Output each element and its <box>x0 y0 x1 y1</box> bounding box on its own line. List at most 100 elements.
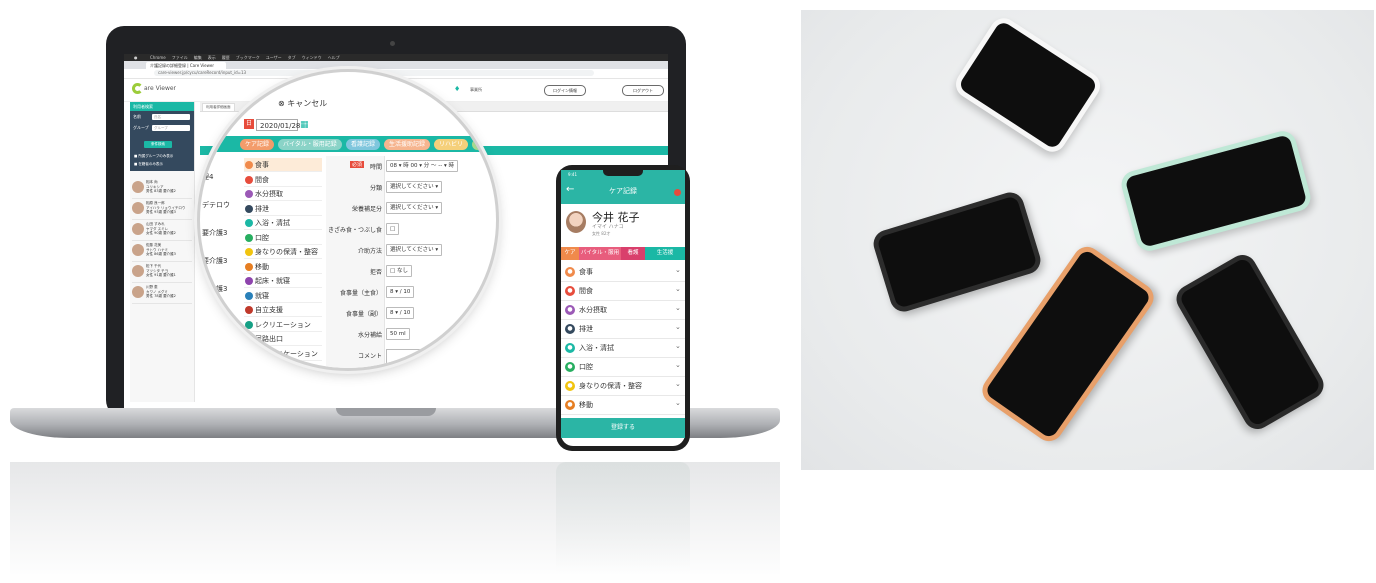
category-icon <box>245 204 253 213</box>
group-only-label: 所属グループのみ表示 <box>138 154 174 158</box>
form-label: 水分補給 <box>357 332 382 339</box>
required-badge: 必須 <box>350 161 365 168</box>
care-category-item[interactable]: 水分摂取 <box>244 187 322 201</box>
name-input[interactable]: 氏名 <box>152 114 190 120</box>
category-icon <box>245 161 253 169</box>
care-category-item[interactable]: 食事 <box>244 158 322 172</box>
group-only-checkbox[interactable]: ■ 所属グループのみ表示 <box>134 154 173 159</box>
menu-item[interactable]: 表示 <box>208 55 216 60</box>
record-type-chip[interactable]: 看護記録 <box>346 139 381 150</box>
form-value[interactable]: □ <box>386 223 400 235</box>
phone-tab[interactable]: 看護 <box>621 247 645 260</box>
record-type-chip[interactable]: 服薬 <box>472 139 495 150</box>
form-value[interactable]: 50 ml <box>386 328 410 340</box>
resident-row[interactable]: 相原 良一郎 アイハラ リョウイチロウ 男性 93歳 要介護3 <box>132 199 192 220</box>
active-only-checkbox[interactable]: ■ 在籍者のみ表示 <box>134 162 163 167</box>
phone-notch <box>603 170 643 176</box>
menu-item[interactable]: Chrome <box>150 55 166 60</box>
record-type-chip[interactable]: リハビリ <box>434 139 469 150</box>
phone-care-label: 移動 <box>579 401 593 409</box>
form-value[interactable]: 選択してください ▾ <box>386 244 443 256</box>
search-button[interactable]: 条件検索 <box>144 141 172 148</box>
form-label: 食事量（副） <box>345 311 382 318</box>
menu-item[interactable]: ファイル <box>172 55 188 60</box>
category-label: 水分摂取 <box>255 190 283 198</box>
phone-care-item[interactable]: ● 間食 ⌄ <box>561 282 685 301</box>
form-value[interactable]: 選択してください ▾ <box>386 202 443 214</box>
chevron-down-icon: ⌄ <box>675 399 681 407</box>
phone-tab[interactable]: ケア <box>561 247 579 260</box>
care-category-item[interactable]: 排泄 <box>244 202 322 216</box>
cancel-label: キャンセル <box>287 99 328 108</box>
date-input[interactable]: 2020/01/28 <box>256 119 300 131</box>
form-value[interactable]: □ なし <box>386 265 412 277</box>
resident-info: 相原 良一郎 アイハラ リョウイチロウ 男性 93歳 要介護3 <box>146 201 186 214</box>
chevron-down-icon: ⌄ <box>675 266 681 274</box>
record-type-chip[interactable]: 生活援助記録 <box>384 139 431 150</box>
phone-care-item[interactable]: ● 水分摂取 ⌄ <box>561 301 685 320</box>
category-label: 食事 <box>255 161 269 169</box>
care-category-item[interactable]: コミュニケーション <box>244 347 322 361</box>
resident-row[interactable]: 山田 すみれ ヤマダ スミレ 女性 90歳 要介護2 <box>132 220 192 241</box>
care-category-item[interactable]: 身なりの保清・整容 <box>244 245 322 259</box>
care-category-item[interactable]: 移動 <box>244 260 322 274</box>
phone-care-item[interactable]: ● 入浴・清拭 ⌄ <box>561 339 685 358</box>
cancel-button[interactable]: ⊗ キャンセル <box>278 98 327 109</box>
resident-row[interactable]: 川野 恵 カワノ メグミ 男性 78歳 要介護2 <box>132 283 192 304</box>
category-label: 尿路出口 <box>255 335 283 343</box>
group-input[interactable]: グループ <box>152 125 190 131</box>
date-label: 日付 <box>244 119 254 137</box>
resident-avatar <box>132 202 144 214</box>
logo-icon <box>132 83 143 94</box>
menu-item[interactable]: ブックマーク <box>236 55 260 60</box>
category-label: 口腔 <box>255 233 269 242</box>
record-type-chip[interactable]: ケア記録 <box>240 139 275 150</box>
meal-icon: ● <box>565 267 575 277</box>
menu-item[interactable]: 履歴 <box>222 55 230 60</box>
menu-item[interactable]: ウィンドウ <box>302 55 322 60</box>
phone-care-item[interactable]: ● 身なりの保清・整容 ⌄ <box>561 377 685 396</box>
resident-row[interactable]: 佐藤 花美 サトウ ハナミ 女性 86歳 要介護3 <box>132 241 192 262</box>
category-label: 身なりの保清・整容 <box>255 248 318 256</box>
record-type-chip[interactable]: バイタル・服用記録 <box>278 139 342 150</box>
phone-care-item[interactable]: ● 排泄 ⌄ <box>561 320 685 339</box>
care-category-item[interactable]: レクリエーション <box>244 318 322 332</box>
care-category-item[interactable]: 入浴・清拭 <box>244 216 322 230</box>
category-icon <box>245 277 253 285</box>
phone-tab[interactable]: バイタル・服用 <box>579 247 621 260</box>
care-category-item[interactable]: 就寝 <box>244 289 322 303</box>
phone-care-item[interactable]: ● 移動 ⌄ <box>561 396 685 415</box>
resident-fragment: 要介護3 <box>202 229 228 237</box>
resident-avatar <box>566 211 586 233</box>
resident-row[interactable]: 相本 尚 ユリキシア 男性 83歳 要介護2 <box>132 178 192 199</box>
notification-badge[interactable] <box>674 189 681 196</box>
form-value[interactable]: 8 ▾ / 10 <box>386 286 415 298</box>
menu-item[interactable]: 編集 <box>194 55 202 60</box>
menu-item[interactable]: ユーザー <box>266 55 282 60</box>
phone-tab[interactable]: 生活援 <box>645 247 685 260</box>
user-info-button[interactable]: ログイン情報 <box>544 85 586 96</box>
care-category-item[interactable]: 口腔 <box>244 231 322 245</box>
resident-row[interactable]: 松下 千代 マツシタ チヨ 女性 91歳 要介護1 <box>132 262 192 283</box>
care-category-item[interactable]: 間食 <box>244 173 322 187</box>
submit-button[interactable]: 登録する <box>561 418 685 438</box>
menu-item[interactable]: タブ <box>288 55 296 60</box>
browser-tab[interactable]: 介護記録の詳細登録 | Care Viewer <box>146 62 226 69</box>
logout-button[interactable]: ログアウト <box>622 85 664 96</box>
phone-care-item[interactable]: ● 食事 ⌄ <box>561 263 685 282</box>
care-category-item[interactable]: 尿路出口 <box>244 332 322 346</box>
form-value[interactable]: 選択してください ▾ <box>386 181 443 193</box>
menu-item[interactable]: ヘルプ <box>328 55 340 60</box>
form-label: コメント <box>357 353 382 360</box>
form-value[interactable]: 08 ▾ 時 00 ▾ 分 〜 -- ▾ 時 <box>386 160 458 172</box>
care-category-item[interactable]: 起床・就寝 <box>244 274 322 288</box>
resident-avatar <box>132 223 144 235</box>
calendar-icon[interactable]: ▦ <box>300 119 310 131</box>
mouth-icon: ● <box>565 362 575 372</box>
form-value[interactable]: 8 ▾ / 10 <box>386 307 415 319</box>
phone-care-item[interactable]: ● 口腔 ⌄ <box>561 358 685 377</box>
comment-textarea[interactable] <box>386 349 488 368</box>
category-label: 自立支援 <box>255 306 283 314</box>
phone-photo-3 <box>870 189 1044 315</box>
care-category-item[interactable]: 自立支援 <box>244 303 322 317</box>
